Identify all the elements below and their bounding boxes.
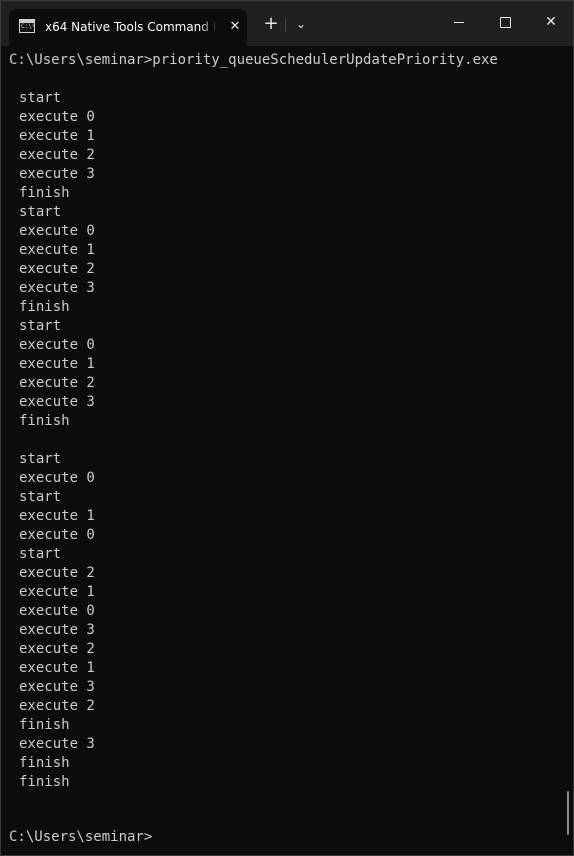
scrollbar-thumb[interactable] [567, 791, 569, 835]
title-bar: C:\\ x64 Native Tools Command Prompt for… [1, 1, 573, 46]
output-line: start [19, 204, 62, 220]
tab-command-prompt[interactable]: C:\\ x64 Native Tools Command Prompt for… [9, 9, 247, 46]
output-line: execute 1 [19, 242, 95, 258]
output-line: execute 0 [19, 223, 95, 239]
output-line: start [19, 90, 62, 106]
terminal-output[interactable]: C:\Users\seminar>priority_queueScheduler… [1, 46, 573, 855]
output-line: execute 1 [19, 660, 95, 676]
minimize-icon [454, 21, 464, 23]
output-line: execute 3 [19, 736, 95, 752]
output-line: execute 2 [19, 147, 95, 163]
output-line: execute 0 [19, 337, 95, 353]
tab-dropdown-button[interactable]: ⌄ [289, 13, 313, 35]
output-line: execute 2 [19, 261, 95, 277]
output-line: execute 3 [19, 394, 95, 410]
prompt-line: C:\Users\seminar> [9, 829, 153, 845]
output-line: execute 1 [19, 584, 95, 600]
output-line: execute 0 [19, 470, 95, 486]
terminal-window: C:\\ x64 Native Tools Command Prompt for… [0, 0, 574, 856]
output-line: start [19, 451, 62, 467]
output-line: finish [19, 185, 70, 201]
output-line: execute 3 [19, 280, 95, 296]
output-line: finish [19, 774, 70, 790]
output-line: execute 2 [19, 565, 95, 581]
output-line: start [19, 318, 62, 334]
close-window-button[interactable]: ✕ [528, 7, 573, 37]
output-line: finish [19, 299, 70, 315]
minimize-button[interactable] [436, 7, 482, 37]
maximize-button[interactable] [482, 7, 528, 37]
output-line: start [19, 546, 62, 562]
output-line: execute 2 [19, 641, 95, 657]
output-line: execute 0 [19, 109, 95, 125]
output-line: finish [19, 755, 70, 771]
command-prompt-icon: C:\\ [19, 19, 35, 33]
output-line: start [19, 489, 62, 505]
command-line: C:\Users\seminar>priority_queueScheduler… [9, 52, 498, 68]
output-line: execute 1 [19, 356, 95, 372]
new-tab-button[interactable]: + [259, 13, 283, 35]
maximize-icon [499, 16, 511, 28]
output-line: execute 3 [19, 622, 95, 638]
output-line: execute 1 [19, 128, 95, 144]
output-line: execute 0 [19, 603, 95, 619]
output-line: finish [19, 717, 70, 733]
output-line: execute 2 [19, 698, 95, 714]
output-line: execute 0 [19, 527, 95, 543]
output-line: execute 3 [19, 166, 95, 182]
output-line: execute 1 [19, 508, 95, 524]
output-line: execute 2 [19, 375, 95, 391]
tab-title: x64 Native Tools Command Prompt for VS 2… [45, 20, 217, 34]
close-tab-icon[interactable]: ✕ [227, 18, 243, 36]
close-icon: ✕ [545, 14, 557, 30]
output-line: execute 3 [19, 679, 95, 695]
output-line: finish [19, 413, 70, 429]
titlebar-divider [285, 18, 286, 32]
